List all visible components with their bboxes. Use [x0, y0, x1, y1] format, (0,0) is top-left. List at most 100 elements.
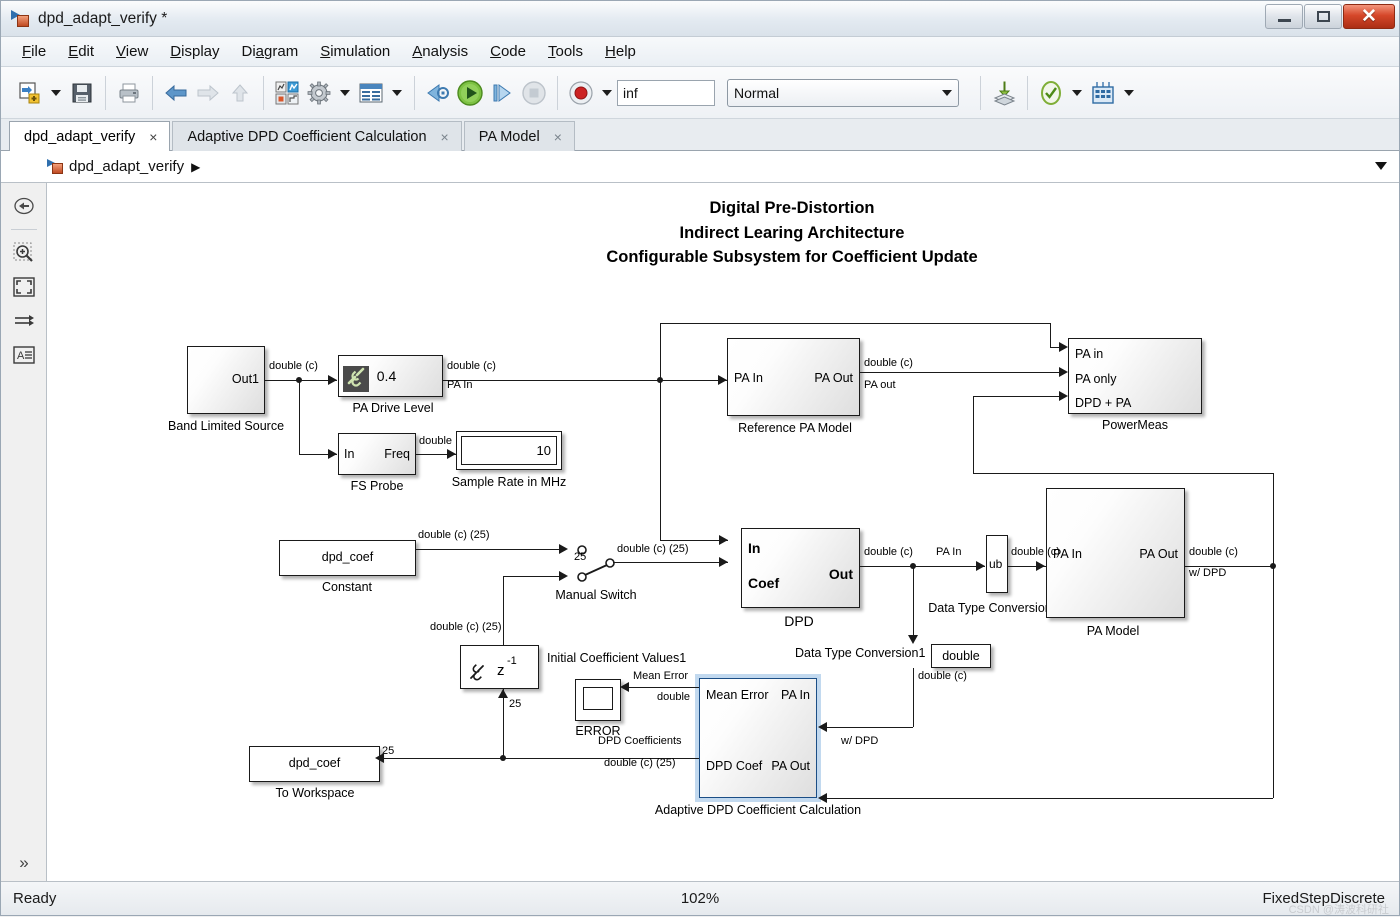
close-icon[interactable]: ×	[554, 129, 562, 145]
signal-label: double (c) (25)	[418, 529, 490, 541]
close-button[interactable]: ✕	[1343, 4, 1395, 29]
port-freq: Freq	[384, 447, 410, 461]
signal-width-manual-switch: 25	[574, 551, 587, 563]
zoom-in-icon[interactable]	[9, 238, 39, 268]
stop-time-input[interactable]: inf	[617, 79, 715, 106]
menu-simulation[interactable]: Simulation	[309, 39, 401, 64]
block-initial-coefficient-values1[interactable]: z -1	[460, 645, 539, 689]
gear-caret[interactable]	[340, 89, 350, 96]
block-pa-model[interactable]: PA In PA Out	[1046, 488, 1185, 618]
new-model-caret[interactable]	[51, 89, 61, 96]
diagram-title-line-1: Digital Pre-Distortion	[709, 199, 875, 217]
label-to-workspace: To Workspace	[275, 786, 355, 800]
tab-label: dpd_adapt_verify	[24, 128, 136, 145]
signal-label: double (c)	[918, 670, 967, 682]
value-data-type-conversion1: double	[942, 649, 980, 663]
menu-edit[interactable]: Edit	[57, 39, 105, 64]
body: A » Digital Pre-Distortion Indirect Lear…	[1, 183, 1399, 881]
port-out: Out	[828, 566, 853, 582]
fit-to-view-icon[interactable]	[9, 272, 39, 302]
port-in: In	[344, 447, 355, 461]
tab-adaptive-dpd-coefficient-calculation[interactable]: Adaptive DPD Coefficient Calculation ×	[172, 121, 462, 151]
menu-code[interactable]: Code	[479, 39, 537, 64]
signal-label: w/ DPD	[1189, 567, 1227, 579]
menu-analysis[interactable]: Analysis	[401, 39, 479, 64]
block-pa-drive-level[interactable]: 0.4	[338, 355, 443, 397]
model-explorer-icon[interactable]	[355, 77, 387, 109]
signal-label: w/ DPD	[841, 735, 879, 747]
library-browser-icon[interactable]	[271, 77, 303, 109]
wire-delay-up	[503, 576, 504, 645]
label-pa-model: PA Model	[1086, 624, 1140, 638]
maximize-button[interactable]	[1304, 4, 1342, 29]
step-forward-icon[interactable]	[486, 77, 518, 109]
signal-routing-icon[interactable]	[9, 306, 39, 336]
menu-view[interactable]: View	[105, 39, 159, 64]
signal-width-unit-delay: 25	[509, 698, 522, 710]
build-icon[interactable]	[988, 77, 1020, 109]
zoom-level[interactable]: 102%	[1, 890, 1399, 907]
block-data-type-conversion1[interactable]: double	[931, 644, 991, 668]
watermark: CSDN @涛波科研社	[1288, 904, 1389, 916]
annotation-icon[interactable]: A	[9, 340, 39, 370]
sim-mode-select[interactable]: Normal	[727, 78, 959, 107]
block-sample-rate-display[interactable]: 10	[456, 431, 562, 470]
step-back-icon[interactable]	[422, 77, 454, 109]
block-error-scope[interactable]	[575, 679, 621, 721]
block-dpd[interactable]: In Coef Out	[741, 528, 860, 608]
port-mean-error: Mean Error	[706, 688, 769, 702]
back-arrow-icon[interactable]	[160, 77, 192, 109]
menu-tools[interactable]: Tools	[537, 39, 594, 64]
model-canvas[interactable]: Digital Pre-Distortion Indirect Learing …	[47, 183, 1399, 881]
wire-refpa-to-powermeas	[860, 372, 1060, 373]
run-icon[interactable]	[454, 77, 486, 109]
close-icon[interactable]: ×	[149, 129, 157, 145]
navigate-up-icon[interactable]	[9, 191, 39, 221]
model-explorer-caret[interactable]	[392, 89, 402, 96]
wire-arrow	[1059, 391, 1068, 401]
signal-label: double (c) (25)	[604, 757, 676, 769]
chevron-down-icon[interactable]	[1375, 162, 1387, 170]
perspectives-icon[interactable]	[1087, 77, 1119, 109]
wire-branch-down-dpd	[660, 380, 661, 540]
new-model-icon[interactable]	[14, 77, 46, 109]
toolbar: inf Normal	[1, 67, 1399, 119]
block-constant[interactable]: dpd_coef	[279, 540, 416, 576]
menu-diagram[interactable]: Diagram	[231, 39, 310, 64]
port-pa-only: PA only	[1075, 372, 1117, 386]
minimize-button[interactable]	[1265, 4, 1303, 29]
block-data-type-conversion[interactable]: ub	[986, 535, 1008, 593]
perspectives-caret[interactable]	[1124, 89, 1134, 96]
wire-arrow	[719, 557, 728, 567]
print-icon[interactable]	[113, 77, 145, 109]
block-band-limited-source[interactable]: Out1	[187, 346, 265, 414]
block-fs-probe[interactable]: In Freq	[338, 433, 416, 475]
record-icon[interactable]	[565, 77, 597, 109]
wire-arrow	[328, 375, 337, 385]
menu-help[interactable]: Help	[594, 39, 647, 64]
close-icon[interactable]: ×	[441, 129, 449, 145]
menu-file[interactable]: File	[11, 39, 57, 64]
label-sample-rate: Sample Rate in MHz	[451, 475, 567, 489]
sidebar-expand-button[interactable]: »	[1, 853, 47, 873]
signal-label: double (c)	[1189, 546, 1238, 558]
update-model-caret[interactable]	[1072, 89, 1082, 96]
signal-label: double (c)	[447, 360, 496, 372]
save-icon[interactable]	[66, 77, 98, 109]
block-power-meas[interactable]: PA in PA only DPD + PA	[1068, 338, 1202, 414]
gear-icon[interactable]	[303, 77, 335, 109]
wire-arrow	[1036, 561, 1045, 571]
label-adaptive-dpd-coefficient-calculation: Adaptive DPD Coefficient Calculation	[654, 803, 862, 817]
block-to-workspace[interactable]: dpd_coef	[249, 746, 380, 782]
breadcrumb-path[interactable]: dpd_adapt_verify	[69, 158, 184, 175]
update-model-icon[interactable]	[1035, 77, 1067, 109]
record-caret[interactable]	[602, 89, 612, 96]
block-adaptive-dpd-coefficient-calculation[interactable]: Mean Error DPD Coef PA In PA Out	[699, 678, 817, 798]
signal-label: double	[657, 691, 691, 703]
tab-dpd-adapt-verify[interactable]: dpd_adapt_verify ×	[9, 121, 171, 151]
block-reference-pa-model[interactable]: PA In PA Out	[727, 338, 860, 416]
tab-pa-model[interactable]: PA Model ×	[463, 121, 575, 151]
signal-label: double	[419, 435, 453, 447]
menu-display[interactable]: Display	[159, 39, 230, 64]
wire-rail-to-adaptive-paout	[827, 798, 1273, 799]
